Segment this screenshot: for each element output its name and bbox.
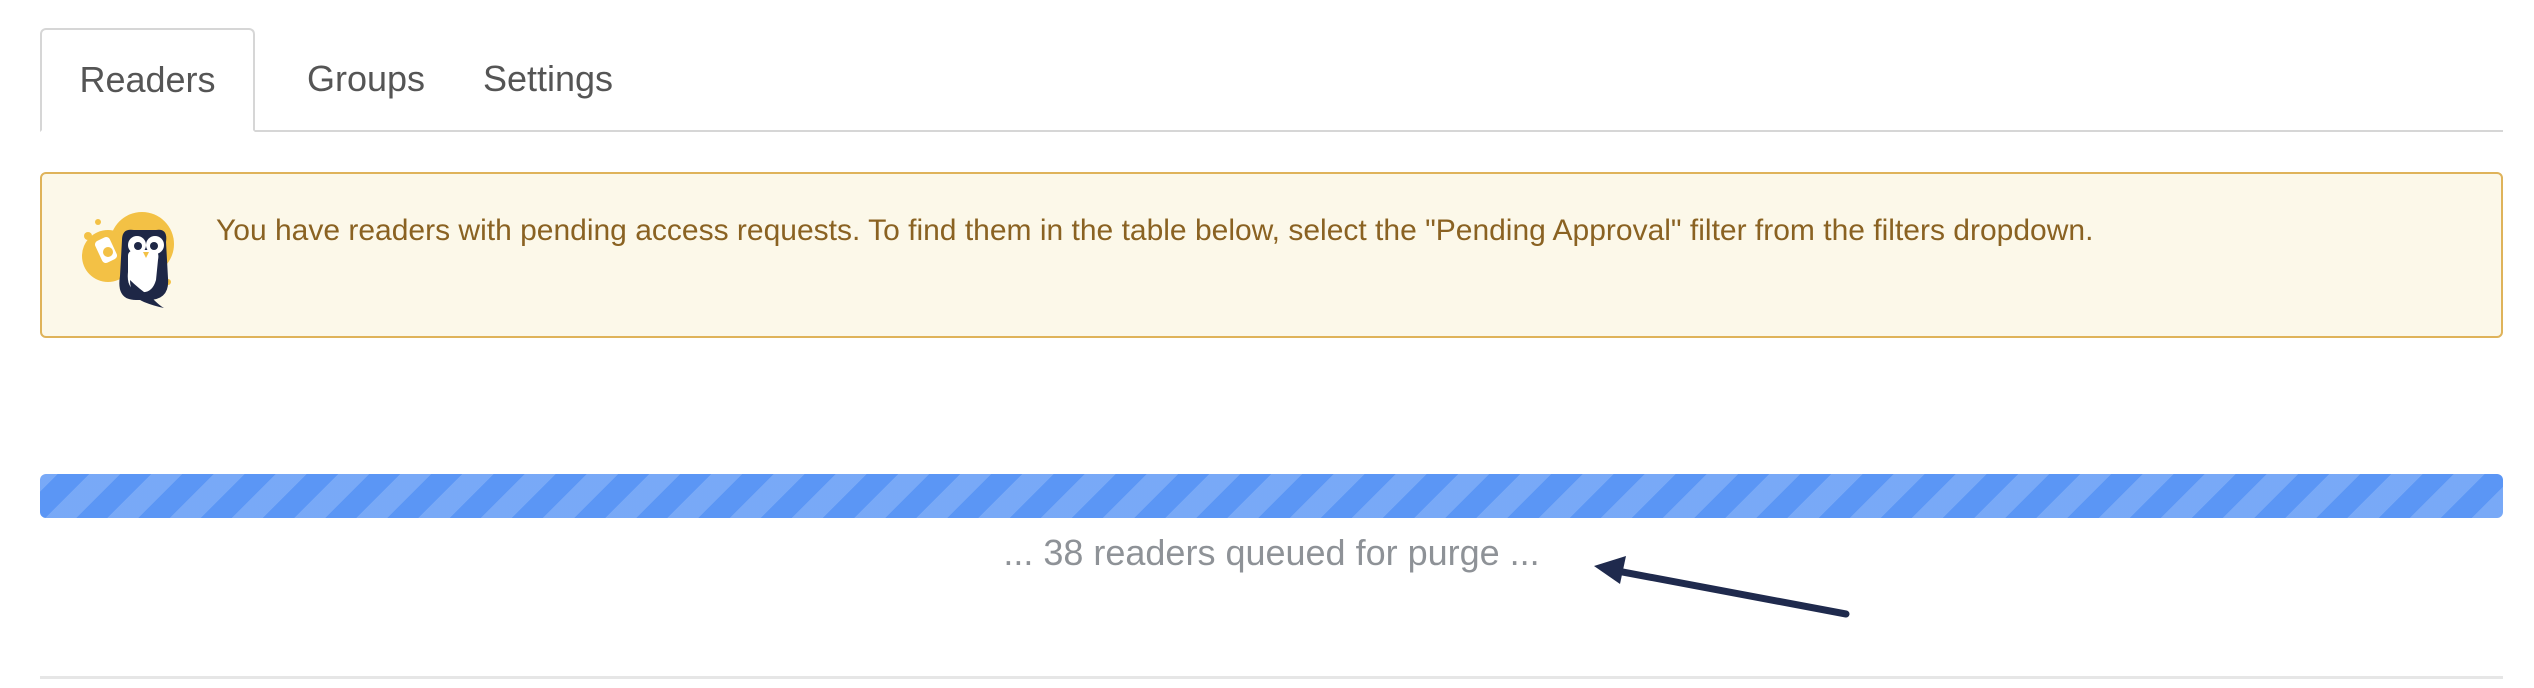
readers-page: Readers Groups Settings You have readers… <box>0 0 2534 688</box>
tab-readers[interactable]: Readers <box>40 28 255 132</box>
purge-status-text: ... 38 readers queued for purge ... <box>1003 532 1540 573</box>
tab-settings[interactable]: Settings <box>453 28 643 130</box>
section-divider <box>40 676 2503 679</box>
owl-mascot-icon <box>82 212 174 308</box>
arrow-icon <box>1594 556 1850 618</box>
tab-groups[interactable]: Groups <box>283 28 449 130</box>
tab-bar: Readers Groups Settings <box>40 26 2503 132</box>
pending-requests-alert: You have readers with pending access req… <box>40 172 2503 338</box>
purge-progress-bar <box>40 474 2503 518</box>
alert-message: You have readers with pending access req… <box>216 214 2094 247</box>
progress-fill <box>40 474 2503 518</box>
